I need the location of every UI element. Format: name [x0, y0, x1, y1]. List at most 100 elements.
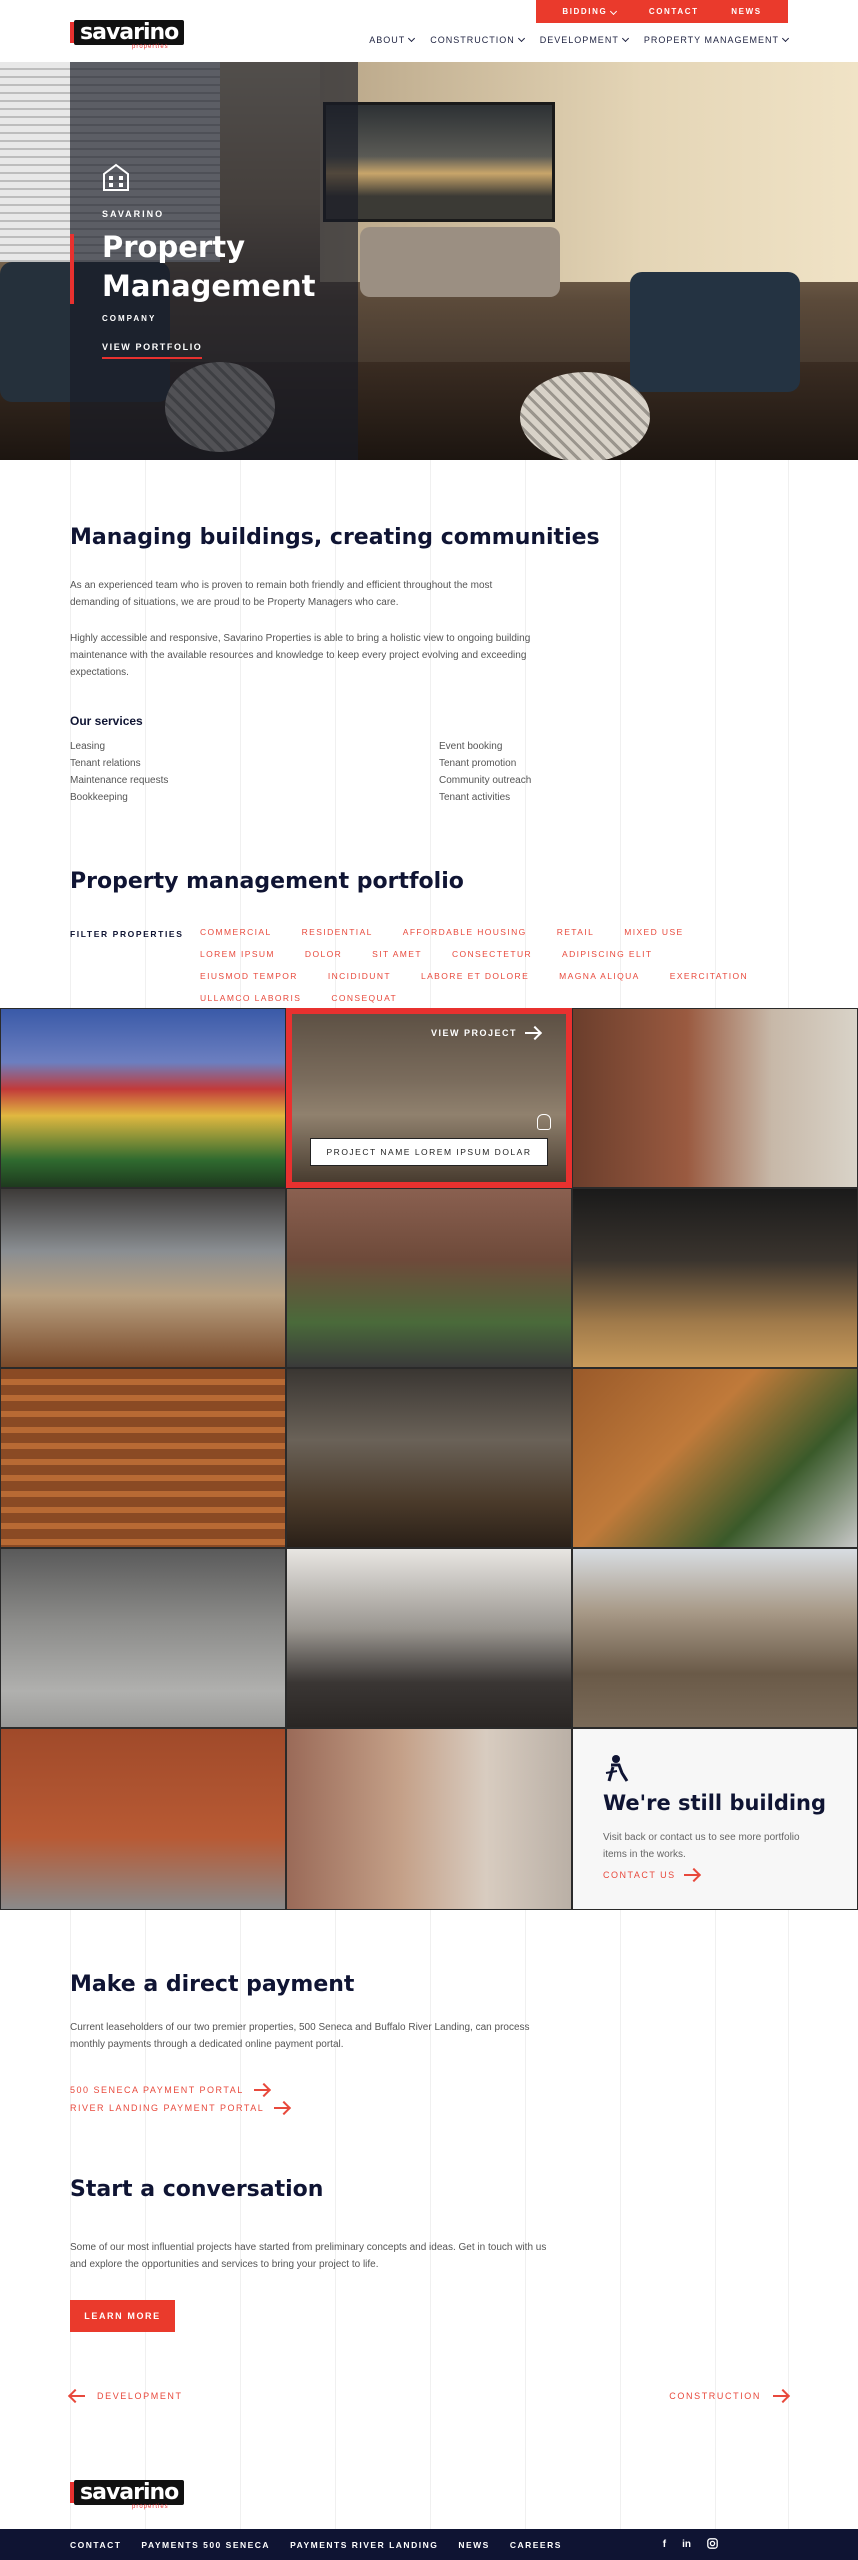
linkedin-icon[interactable]: in	[682, 2539, 691, 2550]
list-item: Leasing	[70, 741, 106, 752]
view-portfolio-link[interactable]: VIEW PORTFOLIO	[102, 342, 203, 359]
main-nav: ABOUT CONSTRUCTION DEVELOPMENT PROPERTY …	[369, 34, 790, 45]
nav-property-management[interactable]: PROPERTY MANAGEMENT	[644, 34, 790, 45]
contact-us-link[interactable]: CONTACT US	[603, 1870, 699, 1880]
about-paragraph-2: Highly accessible and responsive, Savari…	[70, 633, 531, 678]
portfolio-tile[interactable]	[0, 1368, 286, 1548]
still-building-text: Visit back or contact us to see more por…	[603, 1832, 800, 1860]
topbar-news[interactable]: NEWS	[731, 7, 761, 16]
services-title: Our services	[70, 714, 143, 728]
hero-subtitle: COMPANY	[102, 314, 157, 323]
instagram-icon[interactable]	[707, 2537, 718, 2552]
filter-consequat[interactable]: CONSEQUAT	[331, 993, 397, 1003]
list-item: Tenant activities	[439, 792, 511, 803]
filter-labore-et-dolore[interactable]: LABORE ET DOLORE	[421, 971, 529, 981]
portfolio-tile[interactable]	[0, 1008, 286, 1188]
filter-list: COMMERCIAL RESIDENTIAL AFFORDABLE HOUSIN…	[200, 927, 760, 1003]
facebook-icon[interactable]: f	[663, 2539, 666, 2550]
filter-ullamco-laboris[interactable]: ULLAMCO LABORIS	[200, 993, 301, 1003]
portfolio-tile[interactable]	[286, 1548, 572, 1728]
footer-payments-river-landing[interactable]: PAYMENTS RIVER LANDING	[290, 2540, 438, 2550]
footer-careers[interactable]: CAREERS	[510, 2540, 562, 2550]
portfolio-tile[interactable]	[0, 1728, 286, 1910]
topbar-bidding[interactable]: BIDDING	[562, 7, 618, 16]
prev-development-link[interactable]: DEVELOPMENT	[70, 2391, 183, 2401]
portfolio-tile[interactable]	[572, 1368, 858, 1548]
portfolio-tile[interactable]	[572, 1548, 858, 1728]
topbar-contact[interactable]: CONTACT	[649, 7, 699, 16]
filter-lorem-ipsum[interactable]: LOREM IPSUM	[200, 949, 275, 959]
utility-bar: BIDDING CONTACT NEWS	[536, 0, 788, 23]
hero-accent-bar	[70, 234, 74, 304]
footer-payments-500-seneca[interactable]: PAYMENTS 500 SENECA	[141, 2540, 270, 2550]
portfolio-tile[interactable]	[572, 1188, 858, 1368]
portfolio-tile[interactable]	[286, 1368, 572, 1548]
portfolio-grid: VIEW PROJECT PROJECT NAME LOREM IPSUM DO…	[0, 1008, 858, 1910]
list-item: Maintenance requests	[70, 775, 169, 786]
next-construction-link[interactable]: CONSTRUCTION	[669, 2391, 788, 2401]
hero-image-ottoman-right	[520, 372, 650, 460]
hero-title-line2: Management	[102, 269, 316, 303]
conversation-text: Some of our most influential projects ha…	[70, 2242, 547, 2270]
portfolio-tile[interactable]	[0, 1188, 286, 1368]
portfolio-tile[interactable]	[286, 1188, 572, 1368]
site-footer: CONTACT PAYMENTS 500 SENECA PAYMENTS RIV…	[0, 2529, 858, 2560]
site-header: savarino properties BIDDING CONTACT NEWS…	[0, 0, 858, 62]
list-item: Bookkeeping	[70, 792, 128, 803]
portfolio-tile-hovered[interactable]: VIEW PROJECT PROJECT NAME LOREM IPSUM DO…	[286, 1008, 572, 1188]
filter-residential[interactable]: RESIDENTIAL	[302, 927, 373, 937]
hero-eyebrow: SAVARINO	[102, 209, 165, 219]
footer-logo[interactable]: savarino properties	[70, 2480, 200, 2510]
view-project-link[interactable]: VIEW PROJECT	[431, 1028, 540, 1038]
footer-contact[interactable]: CONTACT	[70, 2540, 121, 2550]
river-landing-payment-link[interactable]: RIVER LANDING PAYMENT PORTAL	[70, 2103, 290, 2113]
filter-mixed-use[interactable]: MIXED USE	[624, 927, 683, 937]
topbar-bidding-label: BIDDING	[562, 7, 608, 16]
prev-label: DEVELOPMENT	[97, 2391, 183, 2401]
filter-magna-aliqua[interactable]: MAGNA ALIQUA	[559, 971, 640, 981]
portfolio-tile[interactable]	[0, 1548, 286, 1728]
project-photo	[287, 1729, 571, 1909]
nav-about[interactable]: ABOUT	[369, 34, 416, 45]
chevron-down-icon	[781, 34, 790, 43]
filter-incididunt[interactable]: INCIDIDUNT	[328, 971, 391, 981]
filter-sit-amet[interactable]: SIT AMET	[372, 949, 422, 959]
filter-exercitation[interactable]: EXERCITATION	[670, 971, 748, 981]
logo[interactable]: savarino properties	[70, 20, 196, 50]
hero-title-line1: Property	[102, 230, 245, 264]
learn-more-button[interactable]: LEARN MORE	[70, 2300, 175, 2332]
arrow-right-icon	[773, 2395, 788, 2397]
about-title: Managing buildings, creating communities	[70, 525, 600, 550]
portfolio-tile[interactable]	[572, 1008, 858, 1188]
logo-wordmark: savarino	[74, 2480, 185, 2505]
filter-commercial[interactable]: COMMERCIAL	[200, 927, 272, 937]
filter-dolor[interactable]: DOLOR	[305, 949, 342, 959]
project-photo	[573, 1009, 857, 1187]
project-photo	[1, 1729, 285, 1909]
project-photo	[1, 1549, 285, 1727]
conversation-title: Start a conversation	[70, 2177, 324, 2202]
project-photo	[287, 1189, 571, 1367]
filter-adipiscing-elit[interactable]: ADIPISCING ELIT	[562, 949, 652, 959]
project-name-label[interactable]: PROJECT NAME LOREM IPSUM DOLAR	[310, 1138, 548, 1166]
project-photo	[573, 1189, 857, 1367]
chevron-down-icon	[610, 7, 618, 16]
chevron-down-icon	[621, 34, 629, 43]
payment-title: Make a direct payment	[70, 1972, 355, 1997]
filter-eiusmod-tempor[interactable]: EIUSMOD TEMPOR	[200, 971, 298, 981]
still-building-title: We're still building	[603, 1791, 827, 1815]
filter-affordable-housing[interactable]: AFFORDABLE HOUSING	[403, 927, 527, 937]
seneca-payment-label: 500 SENECA PAYMENT PORTAL	[70, 2085, 244, 2095]
nav-development[interactable]: DEVELOPMENT	[540, 34, 629, 45]
page: savarino properties BIDDING CONTACT NEWS…	[0, 0, 858, 2560]
project-photo	[573, 1369, 857, 1547]
portfolio-tile[interactable]	[286, 1728, 572, 1910]
project-photo	[287, 1369, 571, 1547]
filter-retail[interactable]: RETAIL	[557, 927, 595, 937]
nav-construction[interactable]: CONSTRUCTION	[430, 34, 525, 45]
footer-news[interactable]: NEWS	[458, 2540, 490, 2550]
filter-consectetur[interactable]: CONSECTETUR	[452, 949, 532, 959]
seneca-payment-link[interactable]: 500 SENECA PAYMENT PORTAL	[70, 2085, 269, 2095]
hand-cursor-icon	[537, 1114, 551, 1130]
building-icon	[103, 163, 129, 191]
